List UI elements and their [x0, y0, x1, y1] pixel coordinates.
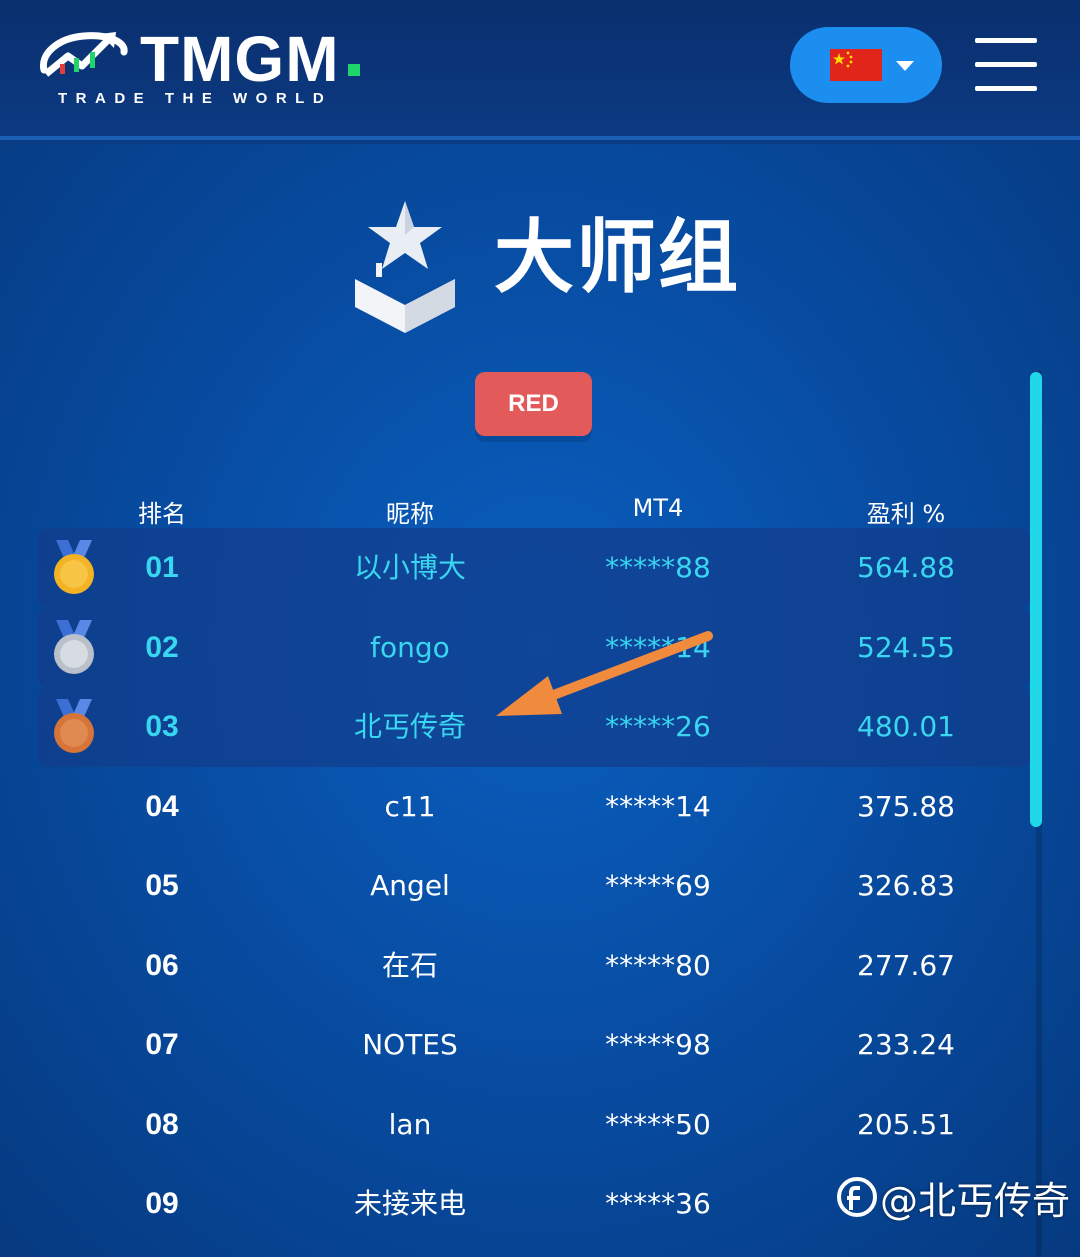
- rank-cell: 03: [145, 710, 179, 743]
- rank-cell: 07: [145, 1028, 179, 1061]
- tmgm-logo[interactable]: TMGM TRADE THE WORLD: [38, 23, 368, 114]
- mt4-cell: *****69: [605, 869, 711, 902]
- hamburger-menu-icon[interactable]: [975, 38, 1037, 92]
- logo-chart-icon: [39, 32, 128, 77]
- nickname-cell: fongo: [370, 630, 450, 664]
- author-watermark: @北丐传奇: [836, 1170, 1076, 1226]
- nickname-cell: NOTES: [362, 1028, 458, 1061]
- rank-cell: 04: [145, 789, 179, 823]
- chevron-down-icon: [896, 61, 914, 71]
- rank-cell: 06: [145, 948, 179, 982]
- table-row[interactable]: 05 Angel *****69 326.83: [38, 846, 1030, 926]
- header-profit: 盈利 %: [866, 500, 946, 528]
- rank-cell: 05: [145, 869, 179, 902]
- star-rank-emblem-icon: [355, 201, 455, 333]
- nickname-cell: c11: [384, 789, 436, 823]
- nickname-cell: 北丐传奇: [353, 710, 466, 743]
- group-title: 大师组: [494, 211, 740, 304]
- platform-logo-icon: [837, 1177, 877, 1217]
- profit-cell: 233.24: [857, 1028, 955, 1061]
- table-row[interactable]: 01 以小博大 *****88 564.88: [38, 528, 1030, 608]
- profit-cell: 564.88: [857, 551, 955, 584]
- scrollbar-thumb[interactable]: [1030, 372, 1042, 827]
- top-header: TMGM TRADE THE WORLD: [0, 0, 1080, 140]
- table-header: 排名 昵称 MT4 盈利 %: [38, 488, 1030, 528]
- rank-cell: 01: [145, 551, 179, 584]
- rank-cell: 08: [145, 1107, 179, 1141]
- logo-tagline: TRADE THE WORLD: [58, 90, 333, 107]
- nickname-cell: Angel: [370, 869, 450, 902]
- header-mt4: MT4: [632, 494, 684, 522]
- leaderboard-table: 排名 昵称 MT4 盈利 % 01 以小博大 *****88 564.88 02…: [38, 488, 1030, 1244]
- mt4-cell: *****36: [605, 1187, 711, 1220]
- rank-cell: 02: [145, 630, 179, 664]
- header-rank: 排名: [138, 500, 186, 528]
- mt4-cell: *****88: [605, 551, 711, 584]
- header-nickname: 昵称: [386, 500, 434, 528]
- profit-cell: 524.55: [857, 630, 955, 664]
- mt4-cell: *****50: [605, 1107, 711, 1141]
- logo-text: TMGM: [140, 23, 340, 95]
- language-selector-button[interactable]: [790, 27, 942, 103]
- table-row[interactable]: 04 c11 *****14 375.88: [38, 767, 1030, 847]
- flag-stars: [833, 51, 853, 68]
- rank-cell: 09: [145, 1187, 179, 1220]
- nickname-cell: 未接来电: [353, 1187, 466, 1220]
- profit-cell: 480.01: [857, 710, 955, 743]
- profit-cell: 375.88: [857, 789, 955, 823]
- red-filter-button[interactable]: RED: [475, 372, 592, 436]
- profit-cell: 326.83: [857, 869, 955, 902]
- profit-cell: 277.67: [857, 948, 955, 982]
- nickname-cell: 在石: [381, 948, 438, 982]
- watermark-text: @北丐传奇: [880, 1179, 1071, 1223]
- china-flag-icon: [830, 49, 882, 81]
- mt4-cell: *****98: [605, 1028, 711, 1061]
- table-row[interactable]: 06 在石 *****80 277.67: [38, 926, 1030, 1006]
- table-row[interactable]: 08 lan *****50 205.51: [38, 1085, 1030, 1165]
- nickname-cell: lan: [388, 1107, 432, 1141]
- table-row[interactable]: 07 NOTES *****98 233.24: [38, 1005, 1030, 1085]
- mt4-cell: *****14: [605, 789, 711, 823]
- annotation-arrow-icon: [496, 631, 713, 716]
- profit-cell: 205.51: [857, 1107, 955, 1141]
- nickname-cell: 以小博大: [353, 551, 466, 584]
- mt4-cell: *****80: [605, 948, 711, 982]
- logo-green-dot: [348, 64, 360, 76]
